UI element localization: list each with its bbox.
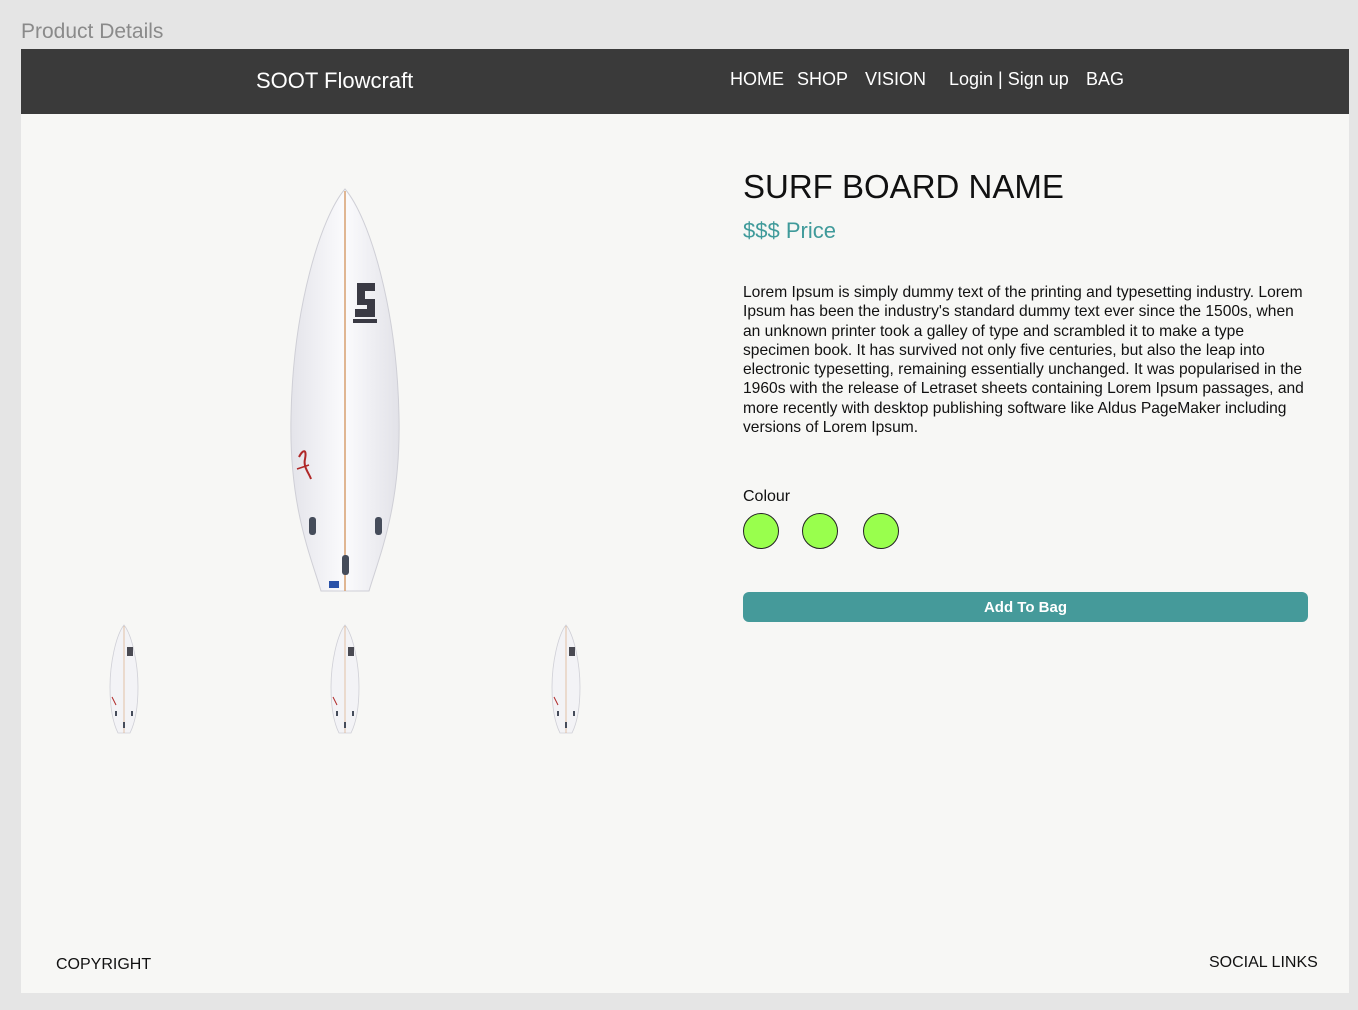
colour-swatch-1[interactable] [743, 513, 779, 549]
product-details-page: SOOT Flowcraft HOME SHOP VISION Login | … [21, 49, 1349, 993]
nav-link-vision[interactable]: VISION [865, 69, 926, 90]
nav-link-bag[interactable]: BAG [1086, 69, 1124, 90]
product-price: $$$ Price [743, 218, 836, 243]
brand-logo-text[interactable]: SOOT Flowcraft [256, 68, 413, 94]
product-description: Lorem Ipsum is simply dummy text of the … [743, 284, 1304, 437]
colour-swatch-2[interactable] [802, 513, 838, 549]
top-navbar: SOOT Flowcraft HOME SHOP VISION Login | … [21, 49, 1349, 114]
footer-copyright: COPYRIGHT [56, 956, 152, 973]
colour-swatch-3[interactable] [863, 513, 899, 549]
footer-social-links[interactable]: SOCIAL LINKS [1209, 954, 1318, 972]
product-main-image [290, 188, 400, 592]
product-thumbnail-1[interactable] [108, 623, 140, 735]
nav-link-login-signup[interactable]: Login | Sign up [949, 69, 1069, 90]
add-to-bag-button[interactable]: Add To Bag [743, 592, 1308, 622]
product-title: SURF BOARD NAME [743, 168, 1064, 205]
product-thumbnail-3[interactable] [550, 623, 582, 735]
product-thumbnail-2[interactable] [329, 623, 361, 735]
nav-link-home[interactable]: HOME [730, 69, 784, 90]
nav-link-shop[interactable]: SHOP [797, 69, 848, 90]
canvas-frame-label: Product Details [21, 20, 164, 43]
colour-label: Colour [743, 488, 791, 505]
